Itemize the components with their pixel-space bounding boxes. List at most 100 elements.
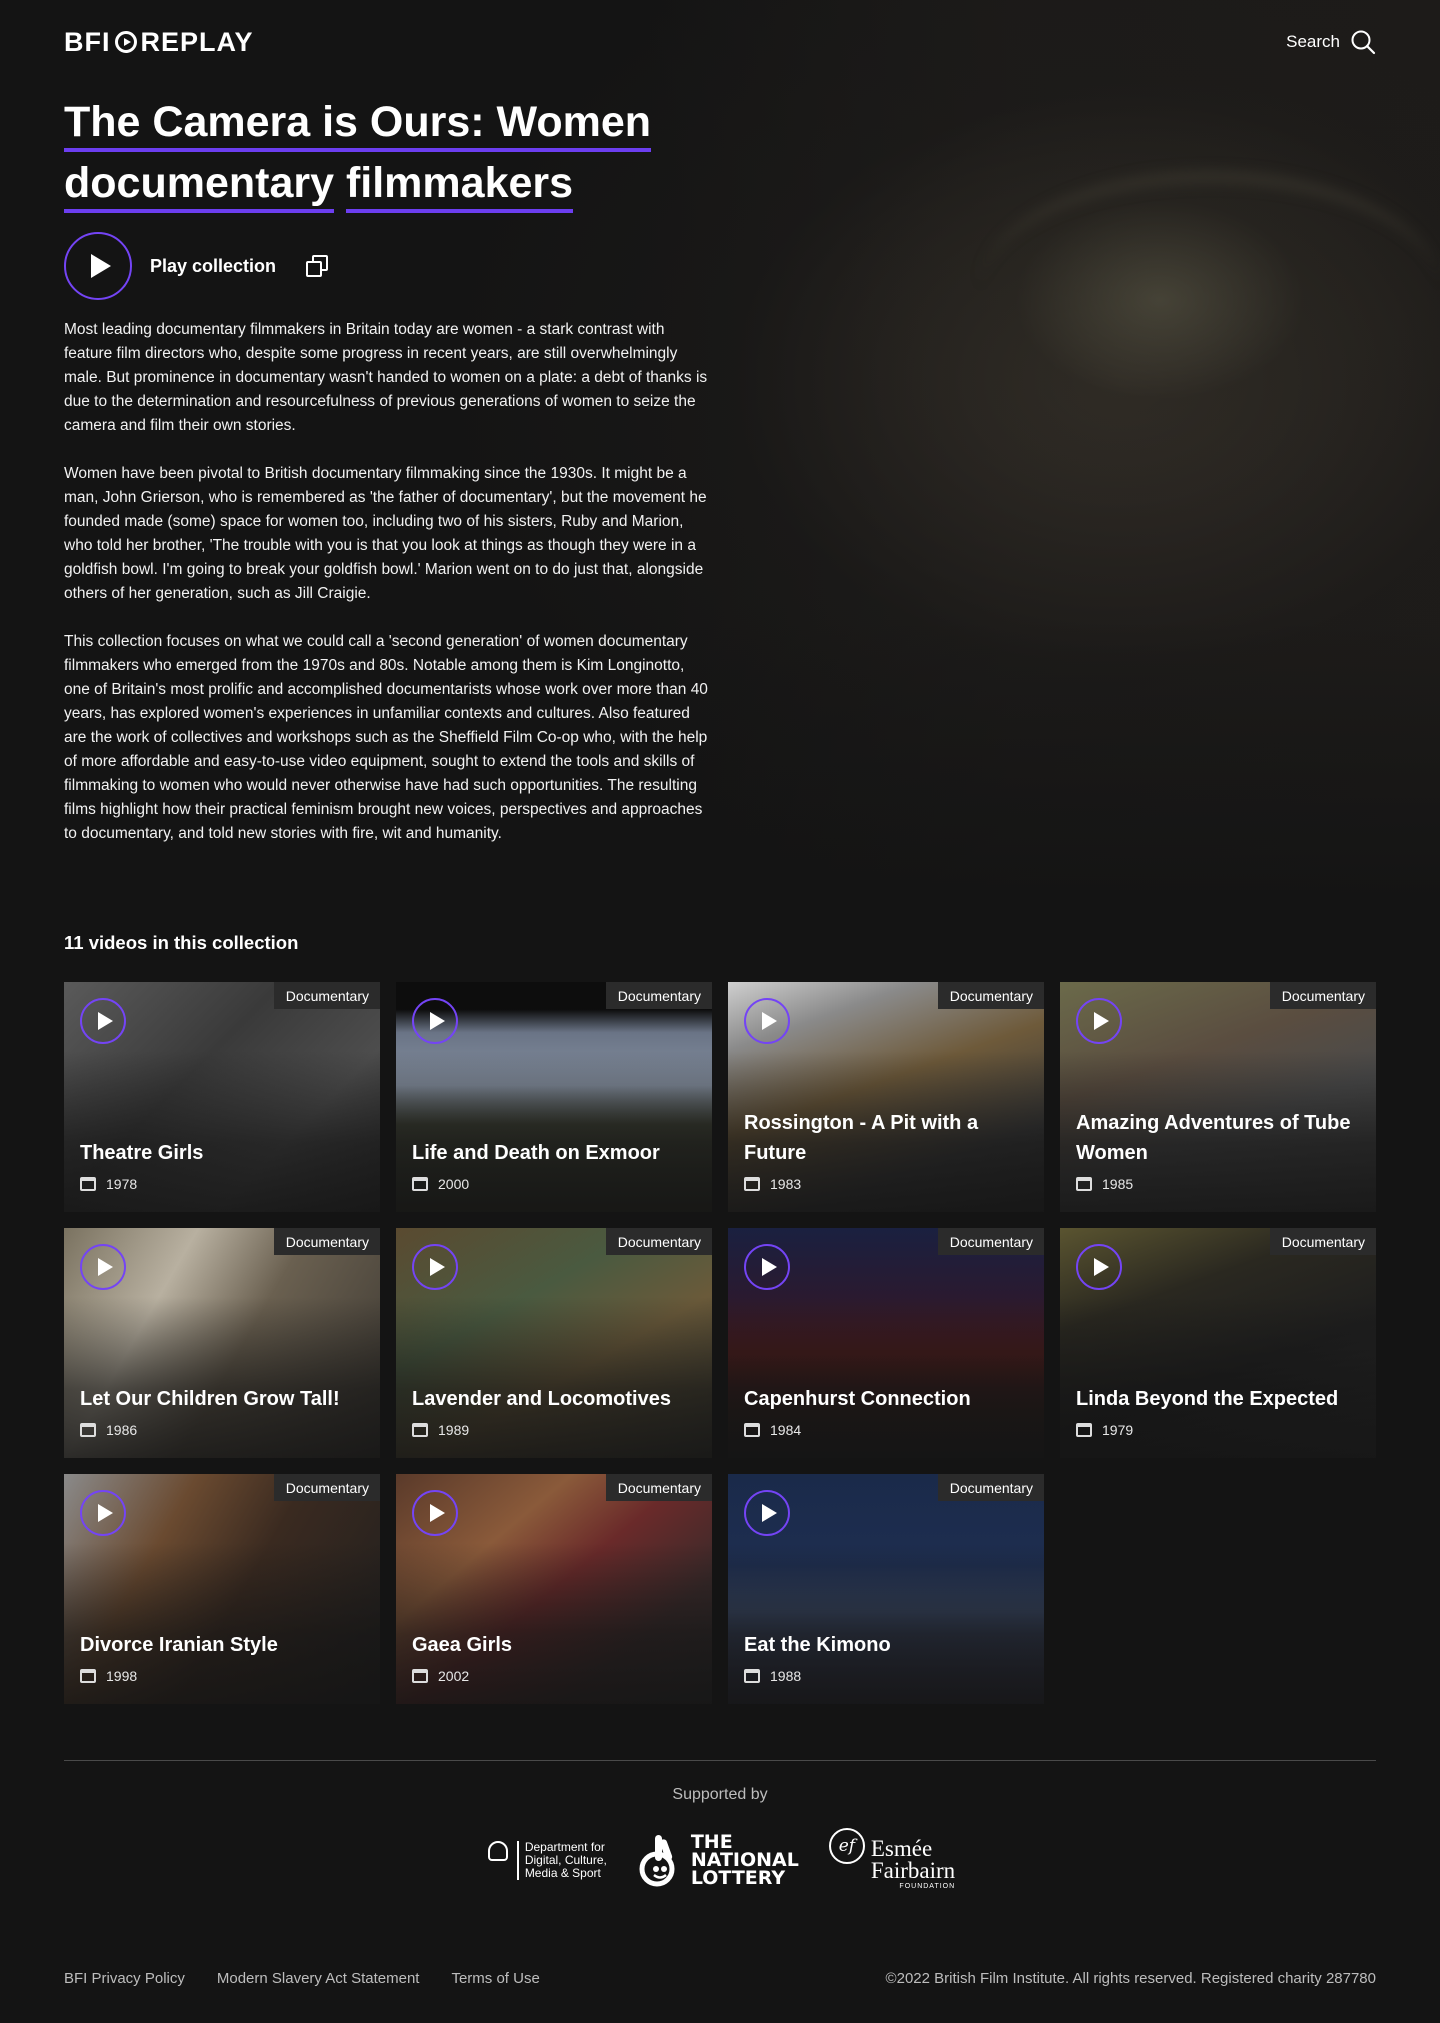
video-card[interactable]: Documentary Amazing Adventures of Tube Wo… (1060, 982, 1376, 1212)
search-button[interactable]: Search (1286, 29, 1376, 55)
video-title: Rossington - A Pit with a Future (744, 1112, 979, 1164)
video-year: 1986 (106, 1422, 138, 1438)
play-collection-icon[interactable] (64, 232, 132, 300)
video-card[interactable]: Documentary Divorce Iranian Style 1998 (64, 1474, 380, 1704)
genre-badge: Documentary (937, 982, 1044, 1009)
video-title: Divorce Iranian Style (80, 1634, 278, 1656)
calendar-icon (1076, 1177, 1092, 1191)
calendar-icon (412, 1177, 428, 1191)
supported-by-label: Supported by (672, 1786, 768, 1803)
dcms-logo: Department for Digital, Culture, Media &… (485, 1839, 607, 1880)
video-card[interactable]: Documentary Capenhurst Connection 1984 (728, 1228, 1044, 1458)
sponsor-logos: Department for Digital, Culture, Media &… (0, 1828, 1440, 1892)
genre-badge: Documentary (273, 1474, 380, 1501)
genre-badge: Documentary (605, 1474, 712, 1501)
video-year: 2000 (438, 1176, 470, 1192)
play-icon[interactable] (744, 1244, 790, 1290)
play-icon[interactable] (412, 1244, 458, 1290)
video-card[interactable]: Documentary Lavender and Locomotives 1989 (396, 1228, 712, 1458)
video-year: 1988 (770, 1668, 802, 1684)
video-title: Capenhurst Connection (744, 1388, 971, 1410)
search-icon (1351, 30, 1376, 55)
play-collection-button[interactable]: Play collection (150, 256, 276, 277)
play-icon[interactable] (412, 1490, 458, 1536)
site-header: BFI REPLAY Search (64, 22, 1376, 62)
video-year: 1978 (106, 1176, 138, 1192)
video-card[interactable]: Documentary Life and Death on Exmoor 2000 (396, 982, 712, 1212)
logo-play-icon (114, 31, 137, 53)
title-line-2a: documentary (64, 159, 335, 213)
video-year: 1979 (1102, 1422, 1134, 1438)
crossed-fingers-icon (639, 1835, 675, 1887)
footer-links: BFI Privacy Policy Modern Slavery Act St… (64, 1970, 540, 1987)
video-card[interactable]: Documentary Gaea Girls 2002 (396, 1474, 712, 1704)
play-collection-row: Play collection (64, 232, 714, 300)
play-icon[interactable] (744, 998, 790, 1044)
logo-text-right: REPLAY (140, 26, 254, 57)
video-title: Life and Death on Exmoor (412, 1142, 660, 1164)
title-line-2b: filmmakers (345, 159, 574, 213)
video-title: Linda Beyond the Expected (1076, 1388, 1339, 1410)
calendar-icon (744, 1177, 760, 1191)
collection-description: Most leading documentary filmmakers in B… (64, 318, 714, 846)
play-icon[interactable] (80, 998, 126, 1044)
description-paragraph: Women have been pivotal to British docum… (64, 465, 707, 602)
search-label: Search (1286, 32, 1340, 51)
play-icon[interactable] (1076, 998, 1122, 1044)
play-icon[interactable] (80, 1244, 126, 1290)
play-icon[interactable] (744, 1490, 790, 1536)
genre-badge: Documentary (605, 982, 712, 1009)
collection-intro: The Camera is Ours: Women documentary fi… (64, 92, 714, 846)
video-title: Gaea Girls (412, 1634, 513, 1656)
lottery-line: LOTTERY (690, 1867, 786, 1889)
video-card[interactable]: Documentary Eat the Kimono 1988 (728, 1474, 1044, 1704)
video-year: 1998 (106, 1668, 138, 1684)
modern-slavery-link[interactable]: Modern Slavery Act Statement (217, 1970, 420, 1987)
genre-badge: Documentary (273, 1228, 380, 1255)
esmee-fairbairn-logo: ef Esmée Fairbairn FOUNDATION (828, 1828, 956, 1892)
esmee-foundation: FOUNDATION (899, 1883, 956, 1890)
calendar-icon (412, 1669, 428, 1683)
videos-heading: 11 videos in this collection (64, 932, 299, 953)
esmee-line: Fairbairn (870, 1858, 956, 1883)
bfi-replay-logo[interactable]: BFI REPLAY (64, 27, 254, 58)
genre-badge: Documentary (273, 982, 380, 1009)
calendar-icon (1076, 1423, 1092, 1437)
copy-icon[interactable] (304, 253, 330, 279)
crest-icon (485, 1840, 511, 1880)
description-paragraph: This collection focuses on what we could… (64, 633, 708, 842)
calendar-icon (80, 1177, 96, 1191)
title-line-1: The Camera is Ours: Women (64, 98, 652, 152)
play-icon[interactable] (412, 998, 458, 1044)
video-title: Amazing Adventures of Tube Women (1076, 1112, 1351, 1164)
video-card[interactable]: Documentary Let Our Children Grow Tall! 19… (64, 1228, 380, 1458)
play-icon[interactable] (80, 1490, 126, 1536)
video-title: Theatre Girls (80, 1142, 204, 1164)
calendar-icon (80, 1423, 96, 1437)
page-title: The Camera is Ours: Women documentary fi… (64, 92, 714, 214)
video-card[interactable]: Documentary Theatre Girls 1978 (64, 982, 380, 1212)
privacy-policy-link[interactable]: BFI Privacy Policy (64, 1970, 185, 1987)
genre-badge: Documentary (605, 1228, 712, 1255)
calendar-icon (744, 1423, 760, 1437)
dcms-line: Digital, Culture, (524, 1852, 607, 1867)
video-card[interactable]: Documentary Rossington - A Pit with a Fut… (728, 982, 1044, 1212)
footer-divider (64, 1760, 1376, 1761)
play-icon[interactable] (1076, 1244, 1122, 1290)
dcms-line: Department for (524, 1839, 605, 1854)
video-card[interactable]: Documentary Linda Beyond the Expected 1979 (1060, 1228, 1376, 1458)
video-title: Lavender and Locomotives (412, 1388, 671, 1410)
genre-badge: Documentary (1269, 982, 1376, 1009)
hero-eye-shape (980, 170, 1440, 410)
video-year: 1989 (438, 1422, 470, 1438)
video-year: 1983 (770, 1176, 802, 1192)
video-title: Eat the Kimono (744, 1634, 891, 1656)
video-year: 1984 (770, 1422, 802, 1438)
description-paragraph: Most leading documentary filmmakers in B… (64, 321, 708, 434)
national-lottery-logo: THE NATIONAL LOTTERY (637, 1831, 799, 1889)
calendar-icon (412, 1423, 428, 1437)
terms-of-use-link[interactable]: Terms of Use (451, 1970, 539, 1987)
calendar-icon (744, 1669, 760, 1683)
video-grid: Documentary Theatre Girls 1978 Documentary L… (64, 982, 1376, 1704)
logo-text-left: BFI (64, 26, 111, 57)
